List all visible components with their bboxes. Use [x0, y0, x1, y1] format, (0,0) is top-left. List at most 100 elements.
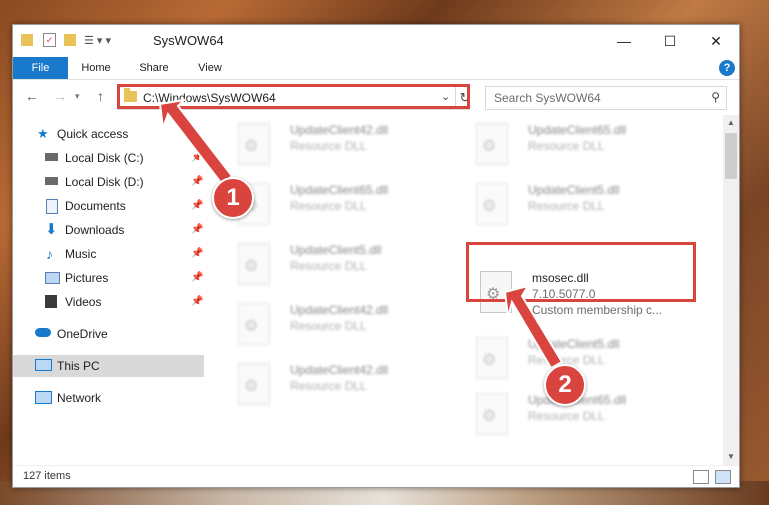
file-type: Resource DLL: [528, 199, 605, 213]
dll-file-icon: [476, 337, 508, 379]
navigation-pane: ★ Quick access Local Disk (C:) 📌 Local D…: [13, 115, 206, 465]
file-name: UpdateClient42.dll: [290, 303, 389, 317]
title-bar: ✓ ☰ ▾ ▾ SysWOW64 — ☐ ✕: [13, 25, 739, 57]
large-icons-view-icon[interactable]: [715, 470, 731, 484]
pin-icon[interactable]: 📌: [191, 171, 203, 193]
documents-icon: [46, 199, 58, 214]
scroll-down-arrow-icon[interactable]: ▼: [723, 449, 739, 465]
star-icon: ★: [37, 126, 49, 141]
cloud-icon: [35, 328, 51, 337]
list-item[interactable]: UpdateClient5.dll Resource DLL: [218, 239, 438, 295]
back-arrow-icon[interactable]: ←: [25, 88, 39, 104]
sidebar-item-local-disk-d[interactable]: Local Disk (D:) 📌: [13, 171, 204, 193]
step-badge-1: 1: [212, 177, 254, 219]
file-name: UpdateClient5.dll: [290, 243, 382, 257]
window-title: SysWOW64: [153, 33, 224, 48]
forward-arrow-icon[interactable]: →: [53, 88, 67, 104]
dll-file-icon: [476, 123, 508, 165]
tab-share[interactable]: Share: [133, 57, 175, 79]
address-highlight-box: [117, 84, 470, 109]
sidebar-item-documents[interactable]: Documents 📌: [13, 195, 204, 217]
sidebar-item-label: Downloads: [65, 223, 125, 237]
status-bar: 127 items: [13, 465, 739, 488]
sidebar-item-label: Network: [57, 391, 102, 405]
customize-toolbar-icon[interactable]: ☰ ▾ ▾: [84, 34, 111, 47]
maximize-button[interactable]: ☐: [647, 25, 693, 57]
list-item[interactable]: UpdateClient42.dll Resource DLL: [218, 359, 438, 415]
file-name: UpdateClient65.dll: [528, 123, 627, 137]
minimize-button[interactable]: —: [601, 25, 647, 57]
sidebar-item-this-pc[interactable]: This PC: [13, 355, 204, 377]
computer-icon: [35, 359, 52, 371]
up-arrow-icon[interactable]: ↑: [97, 88, 104, 104]
music-icon: ♪: [46, 246, 53, 262]
properties-icon[interactable]: ✓: [43, 33, 56, 47]
drive-icon: [45, 153, 58, 161]
file-type: Resource DLL: [528, 409, 605, 423]
videos-icon: [45, 295, 57, 308]
dll-file-icon: [476, 393, 508, 435]
file-type: Resource DLL: [290, 199, 367, 213]
sidebar-item-label: Music: [65, 247, 97, 261]
close-button[interactable]: ✕: [693, 25, 739, 57]
sidebar-item-label: This PC: [57, 359, 100, 373]
file-name: UpdateClient65.dll: [290, 183, 389, 197]
quick-access-toolbar: ✓ ☰ ▾ ▾: [21, 31, 111, 49]
sidebar-item-network[interactable]: Network: [13, 387, 204, 409]
navigation-bar: ← → ▾ ↑ C:\Windows\SysWOW64 ⌄ ↻ Search S…: [13, 80, 739, 114]
sidebar-item-onedrive[interactable]: OneDrive: [13, 323, 204, 345]
search-input[interactable]: Search SysWOW64: [494, 91, 601, 105]
sidebar-item-videos[interactable]: Videos 📌: [13, 291, 204, 313]
pin-icon[interactable]: 📌: [191, 267, 203, 289]
dll-file-icon: [476, 183, 508, 225]
help-icon[interactable]: ?: [719, 60, 735, 76]
sidebar-item-quick-access[interactable]: ★ Quick access: [13, 123, 204, 145]
dll-file-icon: [238, 243, 270, 285]
sidebar-item-label: Local Disk (C:): [65, 151, 144, 165]
tab-home[interactable]: Home: [75, 57, 117, 79]
sidebar-item-pictures[interactable]: Pictures 📌: [13, 267, 204, 289]
file-type: Resource DLL: [290, 259, 367, 273]
list-item[interactable]: UpdateClient5.dll Resource DLL: [456, 179, 676, 235]
new-folder-icon[interactable]: [64, 34, 76, 46]
scroll-up-arrow-icon[interactable]: ▲: [723, 115, 739, 131]
downloads-icon: ⬇: [45, 221, 58, 238]
dll-file-icon: [238, 123, 270, 165]
step-badge-2: 2: [544, 364, 586, 406]
file-name: UpdateClient5.dll: [528, 337, 620, 351]
file-highlight-box: [466, 242, 696, 302]
file-type: Resource DLL: [290, 379, 367, 393]
tab-file[interactable]: File: [13, 57, 68, 79]
item-count: 127 items: [23, 470, 71, 482]
pin-icon[interactable]: 📌: [191, 291, 203, 313]
pin-icon[interactable]: 📌: [191, 147, 203, 169]
sidebar-item-label: Videos: [65, 295, 102, 309]
file-description: Custom membership c...: [532, 303, 663, 317]
ribbon-tabs: File Home Share View ?: [13, 57, 739, 80]
list-item[interactable]: UpdateClient42.dll Resource DLL: [218, 119, 438, 175]
pictures-icon: [45, 272, 60, 284]
pin-icon[interactable]: 📌: [191, 195, 203, 217]
vertical-scrollbar[interactable]: ▲ ▼: [723, 115, 739, 465]
scroll-thumb[interactable]: [725, 133, 737, 179]
sidebar-item-downloads[interactable]: ⬇ Downloads 📌: [13, 219, 204, 241]
pin-icon[interactable]: 📌: [191, 243, 203, 265]
search-icon[interactable]: ⚲: [711, 90, 720, 104]
sidebar-item-local-disk-c[interactable]: Local Disk (C:) 📌: [13, 147, 204, 169]
sidebar-item-label: Pictures: [65, 271, 109, 285]
list-item[interactable]: UpdateClient65.dll Resource DLL: [456, 119, 676, 175]
dll-file-icon: [238, 303, 270, 345]
details-view-icon[interactable]: [693, 470, 709, 484]
dll-file-icon: [238, 363, 270, 405]
sidebar-item-music[interactable]: ♪ Music 📌: [13, 243, 204, 265]
drive-icon: [45, 177, 58, 185]
pin-icon[interactable]: 📌: [191, 219, 203, 241]
list-item[interactable]: UpdateClient42.dll Resource DLL: [218, 299, 438, 355]
folder-icon: [21, 34, 33, 46]
tab-view[interactable]: View: [189, 57, 231, 79]
file-name: UpdateClient42.dll: [290, 123, 389, 137]
sidebar-item-label: OneDrive: [57, 327, 108, 341]
recent-locations-chevron-icon[interactable]: ▾: [75, 91, 80, 102]
file-type: Resource DLL: [528, 139, 605, 153]
search-box[interactable]: Search SysWOW64 ⚲: [485, 86, 727, 110]
